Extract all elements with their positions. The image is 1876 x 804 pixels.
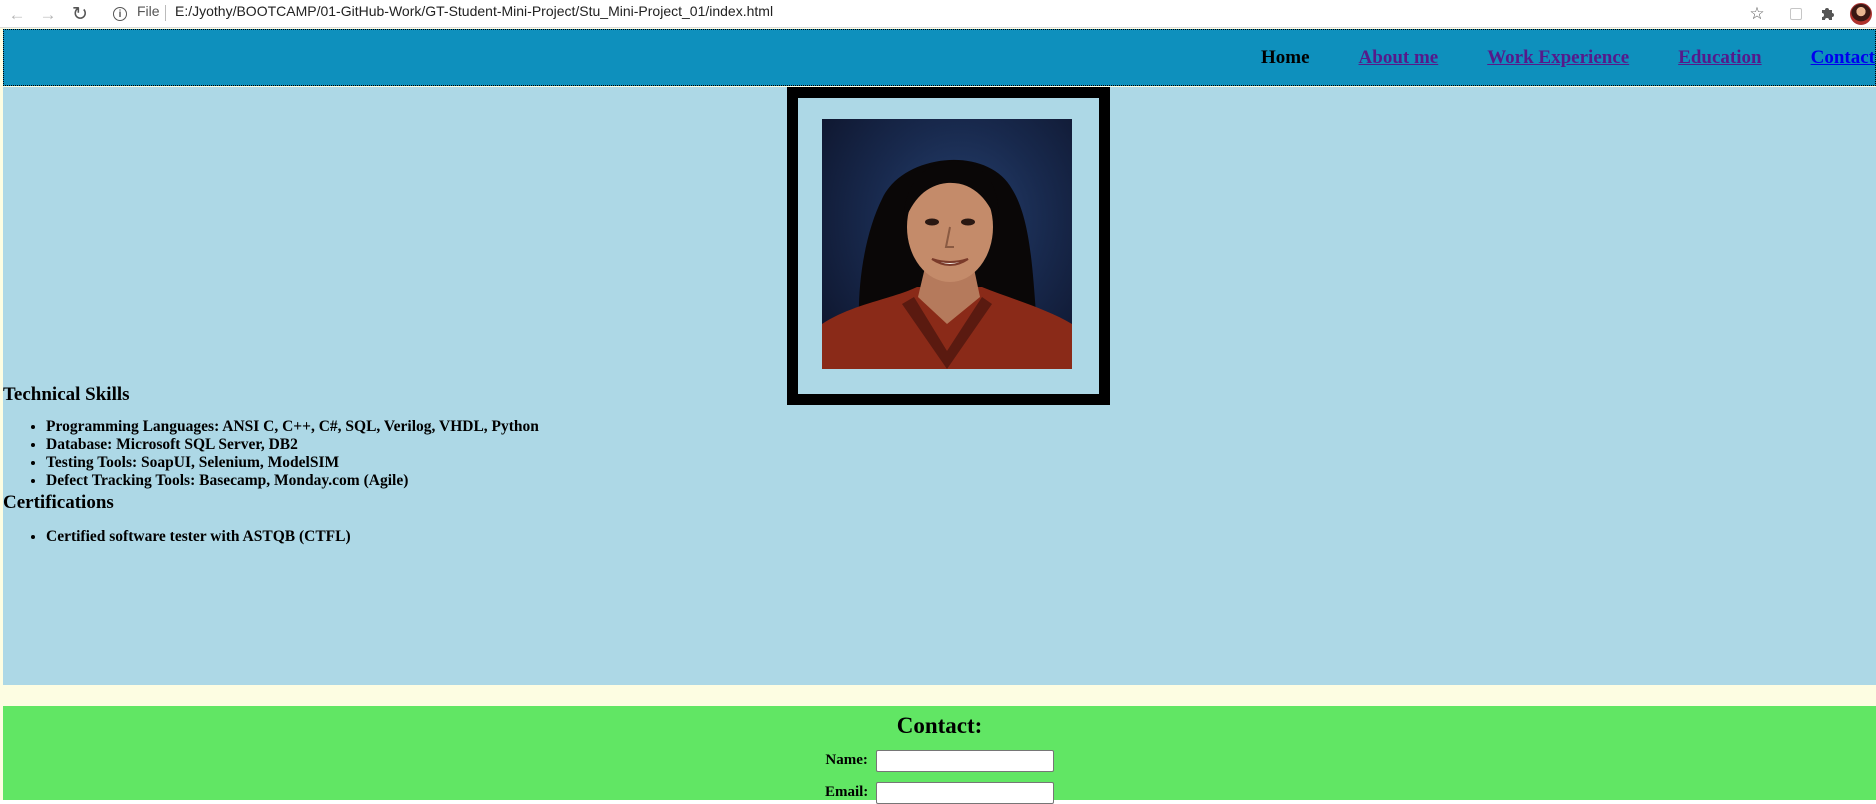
profile-photo-frame	[787, 87, 1110, 405]
profile-avatar[interactable]	[1850, 3, 1872, 25]
nav-contact-link[interactable]: Contact	[1811, 47, 1875, 68]
file-label: File	[137, 3, 160, 19]
forward-icon[interactable]: →	[37, 3, 59, 25]
list-item: Defect Tracking Tools: Basecamp, Monday.…	[46, 472, 539, 490]
nav-item-contact: Contact	[1811, 47, 1875, 69]
tab-placeholder-icon[interactable]	[1784, 2, 1808, 26]
list-item: Database: Microsoft SQL Server, DB2	[46, 436, 539, 454]
list-item: Testing Tools: SoapUI, Selenium, ModelSI…	[46, 454, 539, 472]
bookmark-star-icon[interactable]: ☆	[1745, 2, 1769, 26]
email-row: Email:	[3, 782, 1876, 804]
address-bar-url[interactable]: E:/Jyothy/BOOTCAMP/01-GitHub-Work/GT-Stu…	[175, 3, 773, 19]
name-label: Name:	[825, 752, 868, 769]
nav-item-work: Work Experience	[1487, 47, 1629, 69]
main-section: Technical Skills Programming Languages: …	[3, 87, 1876, 685]
section-divider-band	[3, 686, 1876, 706]
email-label: Email:	[824, 784, 869, 801]
name-row: Name:	[3, 750, 1876, 772]
list-item: Programming Languages: ANSI C, C++, C#, …	[46, 418, 539, 436]
browser-toolbar: ← → ↻ i File E:/Jyothy/BOOTCAMP/01-GitHu…	[0, 0, 1876, 28]
email-input[interactable]	[876, 782, 1055, 804]
nav-about-link[interactable]: About me	[1359, 47, 1439, 68]
certifications-heading: Certifications	[3, 492, 114, 513]
address-separator	[165, 5, 166, 21]
list-item: Certified software tester with ASTQB (CT…	[46, 528, 351, 546]
extensions-puzzle-icon[interactable]	[1815, 2, 1839, 26]
skills-heading: Technical Skills	[3, 384, 130, 405]
site-info-icon[interactable]: i	[113, 7, 127, 21]
back-icon[interactable]: ←	[6, 3, 28, 25]
nav-item-education: Education	[1678, 47, 1761, 69]
nav-menu: Home About me Work Experience Education …	[1261, 30, 1875, 85]
certifications-list: Certified software tester with ASTQB (CT…	[3, 528, 351, 546]
nav-item-about: About me	[1359, 47, 1439, 69]
nav-home[interactable]: Home	[1261, 47, 1310, 69]
reload-icon[interactable]: ↻	[69, 3, 91, 25]
contact-heading: Contact:	[896, 713, 983, 738]
profile-photo	[822, 119, 1072, 369]
page-viewport: Home About me Work Experience Education …	[0, 28, 1876, 804]
site-header: Home About me Work Experience Education …	[3, 29, 1876, 86]
skills-list: Programming Languages: ANSI C, C++, C#, …	[3, 418, 539, 490]
nav-work-link[interactable]: Work Experience	[1487, 47, 1629, 68]
contact-section: Contact: Name: Email:	[3, 706, 1876, 804]
name-input[interactable]	[875, 750, 1054, 772]
nav-education-link[interactable]: Education	[1678, 47, 1761, 68]
